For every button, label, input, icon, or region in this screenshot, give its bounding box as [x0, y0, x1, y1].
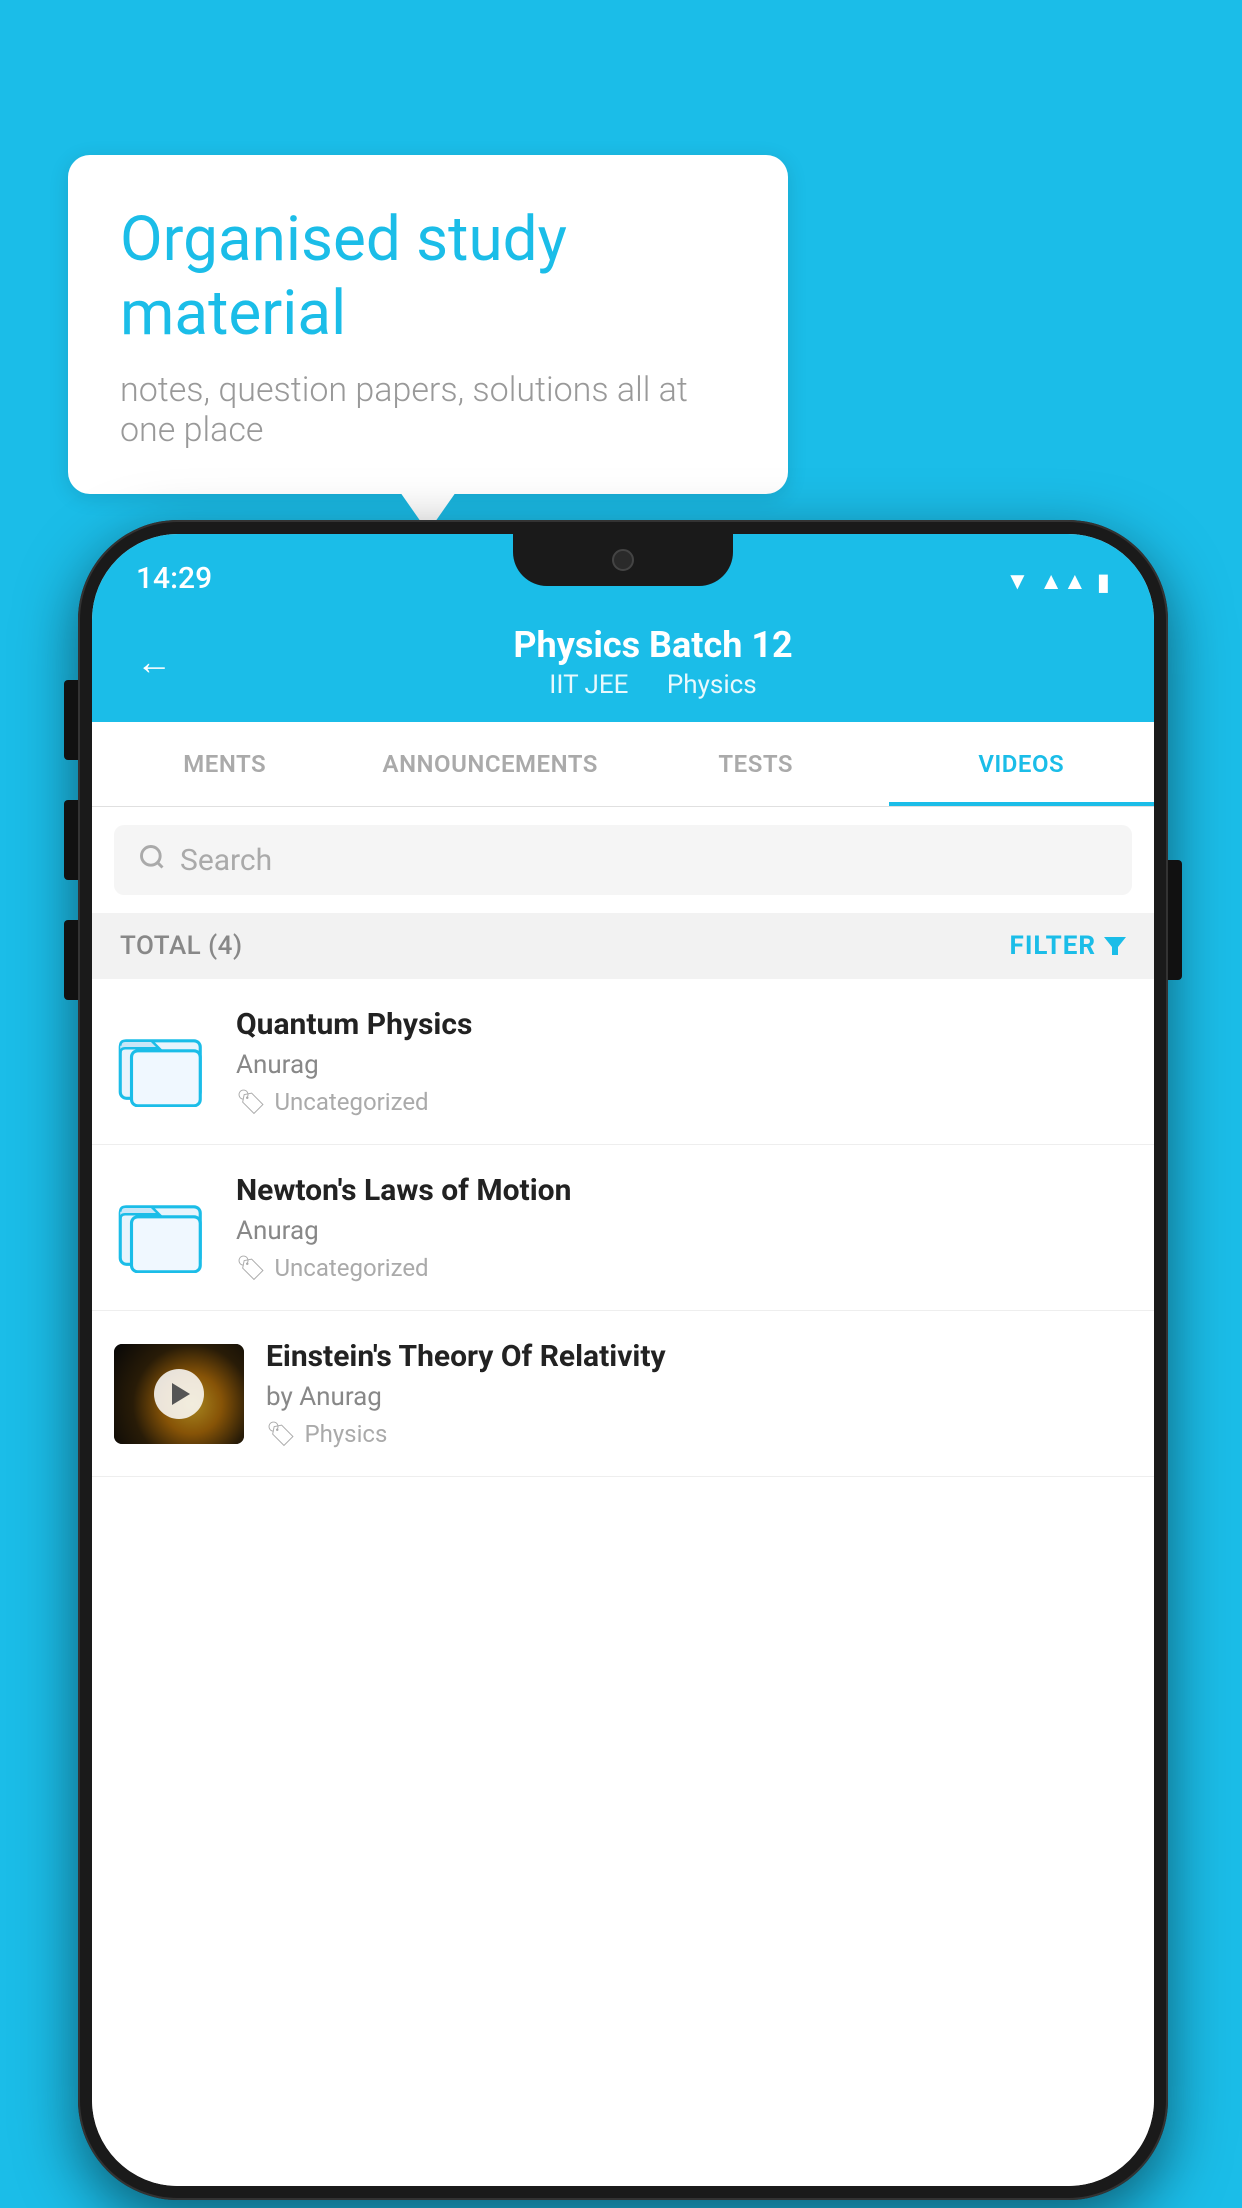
tab-ments[interactable]: MENTS	[92, 722, 358, 806]
play-button[interactable]	[154, 1369, 204, 1419]
tag-icon: 🏷	[236, 1254, 266, 1282]
search-placeholder: Search	[180, 843, 272, 878]
video-author: Anurag	[236, 1216, 1132, 1246]
tab-videos[interactable]: VIDEOS	[889, 722, 1155, 806]
video-info: Einstein's Theory Of Relativity by Anura…	[266, 1339, 1132, 1448]
speech-bubble-subtitle: notes, question papers, solutions all at…	[120, 370, 736, 450]
app-content: ← Physics Batch 12 IIT JEE Physics MENTS…	[92, 606, 1154, 2186]
back-button[interactable]: ←	[136, 641, 172, 683]
filter-funnel-icon	[1104, 937, 1126, 955]
video-item[interactable]: Quantum Physics Anurag 🏷 Uncategorized	[92, 979, 1154, 1145]
tag-label: Physics	[304, 1420, 387, 1448]
video-title: Einstein's Theory Of Relativity	[266, 1339, 1132, 1374]
video-item[interactable]: Newton's Laws of Motion Anurag 🏷 Uncateg…	[92, 1145, 1154, 1311]
speech-bubble-container: Organised study material notes, question…	[68, 155, 788, 494]
filter-label: FILTER	[1010, 931, 1096, 961]
phone-inner: 14:29 ▼ ▲▲ ▮ ← Physics Batch 12 IIT JEE	[92, 534, 1154, 2186]
video-thumbnail	[114, 1344, 244, 1444]
folder-icon	[114, 1017, 214, 1107]
header-title-group: Physics Batch 12 IIT JEE Physics	[196, 624, 1110, 700]
tag-iit-jee: IIT JEE	[549, 670, 628, 700]
search-container: Search	[92, 807, 1154, 913]
folder-icon	[114, 1183, 214, 1273]
phone-notch	[513, 534, 733, 586]
video-tag: 🏷 Uncategorized	[236, 1254, 1132, 1282]
video-tag: 🏷 Physics	[266, 1420, 1132, 1448]
video-info: Newton's Laws of Motion Anurag 🏷 Uncateg…	[236, 1173, 1132, 1282]
tag-label: Uncategorized	[274, 1088, 428, 1116]
speech-bubble-title: Organised study material	[120, 203, 736, 352]
tab-announcements[interactable]: ANNOUNCEMENTS	[358, 722, 624, 806]
video-tag: 🏷 Uncategorized	[236, 1088, 1132, 1116]
search-icon	[138, 841, 166, 879]
tab-tests[interactable]: TESTS	[623, 722, 889, 806]
tag-icon: 🏷	[266, 1420, 296, 1448]
phone-outer: 14:29 ▼ ▲▲ ▮ ← Physics Batch 12 IIT JEE	[78, 520, 1168, 2200]
status-icons: ▼ ▲▲ ▮	[1006, 567, 1111, 596]
filter-button[interactable]: FILTER	[1010, 931, 1126, 961]
video-author: by Anurag	[266, 1382, 1132, 1412]
tag-icon: 🏷	[236, 1088, 266, 1116]
signal-icon: ▲▲	[1039, 567, 1087, 596]
filter-row: TOTAL (4) FILTER	[92, 913, 1154, 979]
tabs-container: MENTS ANNOUNCEMENTS TESTS VIDEOS	[92, 722, 1154, 807]
phone-wrapper: 14:29 ▼ ▲▲ ▮ ← Physics Batch 12 IIT JEE	[78, 520, 1168, 2200]
total-count: TOTAL (4)	[120, 931, 243, 961]
video-title: Newton's Laws of Motion	[236, 1173, 1132, 1208]
video-title: Quantum Physics	[236, 1007, 1132, 1042]
status-time: 14:29	[136, 561, 212, 596]
tag-physics: Physics	[667, 670, 757, 700]
search-bar[interactable]: Search	[114, 825, 1132, 895]
header-main-title: Physics Batch 12	[196, 624, 1110, 666]
wifi-icon: ▼	[1006, 567, 1030, 596]
battery-icon: ▮	[1097, 568, 1110, 596]
video-author: Anurag	[236, 1050, 1132, 1080]
phone-camera	[612, 549, 634, 571]
video-list: Quantum Physics Anurag 🏷 Uncategorized	[92, 979, 1154, 2186]
speech-bubble: Organised study material notes, question…	[68, 155, 788, 494]
app-header: ← Physics Batch 12 IIT JEE Physics	[92, 606, 1154, 722]
tag-label: Uncategorized	[274, 1254, 428, 1282]
video-info: Quantum Physics Anurag 🏷 Uncategorized	[236, 1007, 1132, 1116]
header-sub-tags: IIT JEE Physics	[196, 670, 1110, 700]
video-item[interactable]: Einstein's Theory Of Relativity by Anura…	[92, 1311, 1154, 1477]
